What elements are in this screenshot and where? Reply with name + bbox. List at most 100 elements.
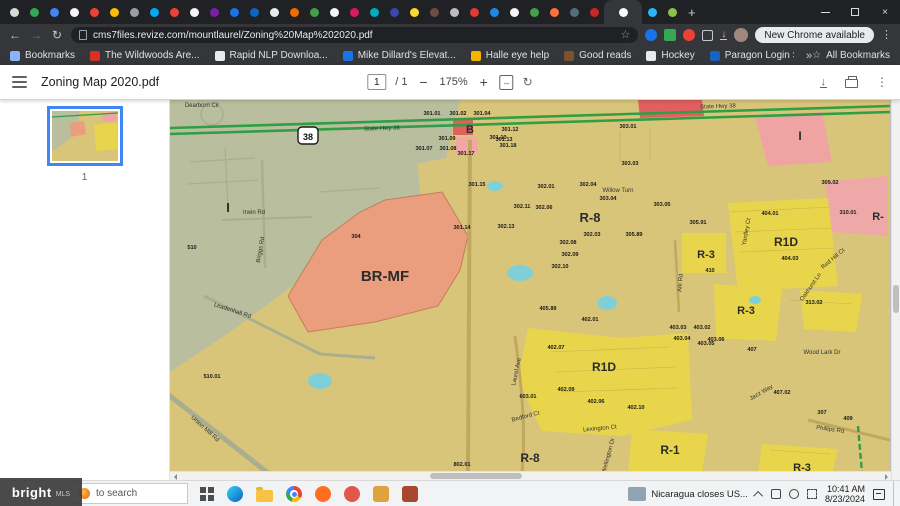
page-number-input[interactable] [367, 74, 386, 90]
browser-tab[interactable] [662, 0, 682, 24]
bookmark-item[interactable]: The Wildwoods Are... [90, 50, 199, 61]
app-maroon-icon[interactable] [402, 486, 418, 502]
browser-tab[interactable] [524, 0, 544, 24]
tray-expand-chevron-icon[interactable] [753, 490, 763, 500]
page-info-icon[interactable] [79, 30, 87, 40]
tray-icon-2[interactable] [789, 489, 799, 499]
zoom-out-icon[interactable]: − [417, 75, 431, 89]
tab-favicon [150, 8, 159, 17]
bookmark-item[interactable]: Hockey [646, 50, 694, 61]
browser-tab[interactable] [264, 0, 284, 24]
vertical-scrollbar-thumb[interactable] [893, 285, 899, 313]
browser-tab[interactable] [424, 0, 444, 24]
new-tab-button[interactable]: + [688, 5, 696, 20]
pdf-download-icon[interactable]: ↓ [820, 77, 828, 88]
browser-tab[interactable] [324, 0, 344, 24]
app-red-icon[interactable] [344, 486, 360, 502]
forward-icon[interactable]: → [29, 29, 43, 41]
browser-tab[interactable] [4, 0, 24, 24]
browser-tab[interactable] [544, 0, 564, 24]
browser-tab[interactable] [104, 0, 124, 24]
browser-tab[interactable] [384, 0, 404, 24]
news-widget[interactable]: Nicaragua closes US... [628, 487, 748, 501]
browser-tab[interactable] [604, 0, 642, 24]
firefox-icon[interactable] [315, 486, 331, 502]
action-center-icon[interactable] [873, 489, 885, 500]
chrome-icon[interactable] [286, 486, 302, 502]
browser-tab[interactable] [584, 0, 604, 24]
browser-tab[interactable] [144, 0, 164, 24]
app-amber-icon[interactable] [373, 486, 389, 502]
news-headline: Nicaragua closes US... [651, 489, 748, 500]
horizontal-scrollbar[interactable] [170, 471, 891, 480]
browser-tab[interactable] [464, 0, 484, 24]
browser-tab[interactable] [124, 0, 144, 24]
tray-icon-3[interactable] [807, 489, 817, 499]
bookmark-item[interactable]: Good reads [564, 50, 631, 61]
update-chrome-button[interactable]: New Chrome available [755, 27, 874, 43]
bookmark-item[interactable]: Mike Dillard's Elevat... [343, 50, 456, 61]
address-bar[interactable]: cms7files.revize.com/mountlaurel/Zoning%… [71, 27, 638, 43]
zoom-in-icon[interactable]: + [477, 75, 491, 89]
browser-menu-icon[interactable]: ⋮ [881, 30, 892, 41]
bookmark-item[interactable]: Paragon Login SJ [710, 50, 794, 61]
browser-tab[interactable] [404, 0, 424, 24]
pdf-print-icon[interactable] [845, 79, 858, 88]
taskbar-search[interactable]: to search [70, 483, 188, 504]
browser-tab[interactable] [304, 0, 324, 24]
rotate-icon[interactable]: ↻ [523, 75, 533, 89]
reload-icon[interactable]: ↻ [50, 29, 64, 41]
bookmark-favicon [710, 51, 720, 61]
browser-tab[interactable] [364, 0, 384, 24]
pdf-viewer[interactable]: 38 IIBBR-MFR-8R-3R1DR-3R1DR-8R-1R-3R-Dea… [170, 100, 900, 480]
horizontal-scrollbar-thumb[interactable] [430, 473, 522, 479]
browser-tab[interactable] [84, 0, 104, 24]
back-icon[interactable]: ← [8, 29, 22, 41]
bookmark-item[interactable]: Bookmarks [10, 50, 75, 61]
browser-tab[interactable] [484, 0, 504, 24]
close-button[interactable]: × [870, 0, 900, 24]
task-view-icon[interactable] [200, 487, 214, 501]
browser-tab[interactable] [642, 0, 662, 24]
extension-icon-blue[interactable] [645, 29, 657, 41]
browser-tab[interactable] [224, 0, 244, 24]
minimize-button[interactable] [810, 0, 840, 24]
browser-tab[interactable] [284, 0, 304, 24]
fit-page-icon[interactable]: ↔ [500, 75, 514, 90]
browser-tab[interactable] [44, 0, 64, 24]
browser-tab[interactable] [444, 0, 464, 24]
browser-tab[interactable] [164, 0, 184, 24]
bookmark-item[interactable]: Halle eye help [471, 50, 549, 61]
browser-tab[interactable] [344, 0, 364, 24]
browser-tab[interactable] [204, 0, 224, 24]
extension-icon-red[interactable] [683, 29, 695, 41]
vertical-scrollbar[interactable] [891, 100, 900, 480]
scroll-right-arrow[interactable] [881, 472, 891, 480]
bookmark-star-icon[interactable]: ☆ [621, 30, 631, 41]
browser-tab[interactable] [24, 0, 44, 24]
browser-tab[interactable] [184, 0, 204, 24]
show-desktop-button[interactable] [893, 481, 896, 506]
lot-number: 403.04 [673, 336, 691, 342]
page-thumbnail[interactable] [47, 106, 123, 166]
browser-tab[interactable] [504, 0, 524, 24]
all-bookmarks-button[interactable]: ☆ All Bookmarks [812, 50, 890, 61]
extensions-puzzle-icon[interactable] [702, 30, 713, 41]
maximize-button[interactable] [840, 0, 870, 24]
pdf-menu-icon[interactable] [12, 76, 27, 88]
browser-tab[interactable] [564, 0, 584, 24]
downloads-icon[interactable]: ↓ [720, 30, 727, 40]
browser-tab[interactable] [244, 0, 264, 24]
browser-tab[interactable] [64, 0, 84, 24]
profile-avatar[interactable] [734, 28, 748, 42]
scroll-left-arrow[interactable] [170, 472, 180, 480]
file-explorer-icon[interactable] [256, 490, 273, 502]
tab-favicon [410, 8, 419, 17]
lot-number: 301.17 [457, 151, 474, 157]
bookmark-item[interactable]: Rapid NLP Downloa... [215, 50, 328, 61]
edge-icon[interactable] [227, 486, 243, 502]
tray-icon-1[interactable] [771, 489, 781, 499]
taskbar-clock[interactable]: 10:41 AM 8/23/2024 [825, 484, 865, 504]
extension-icon-green[interactable] [664, 29, 676, 41]
pdf-more-icon[interactable]: ⋮ [876, 75, 888, 89]
